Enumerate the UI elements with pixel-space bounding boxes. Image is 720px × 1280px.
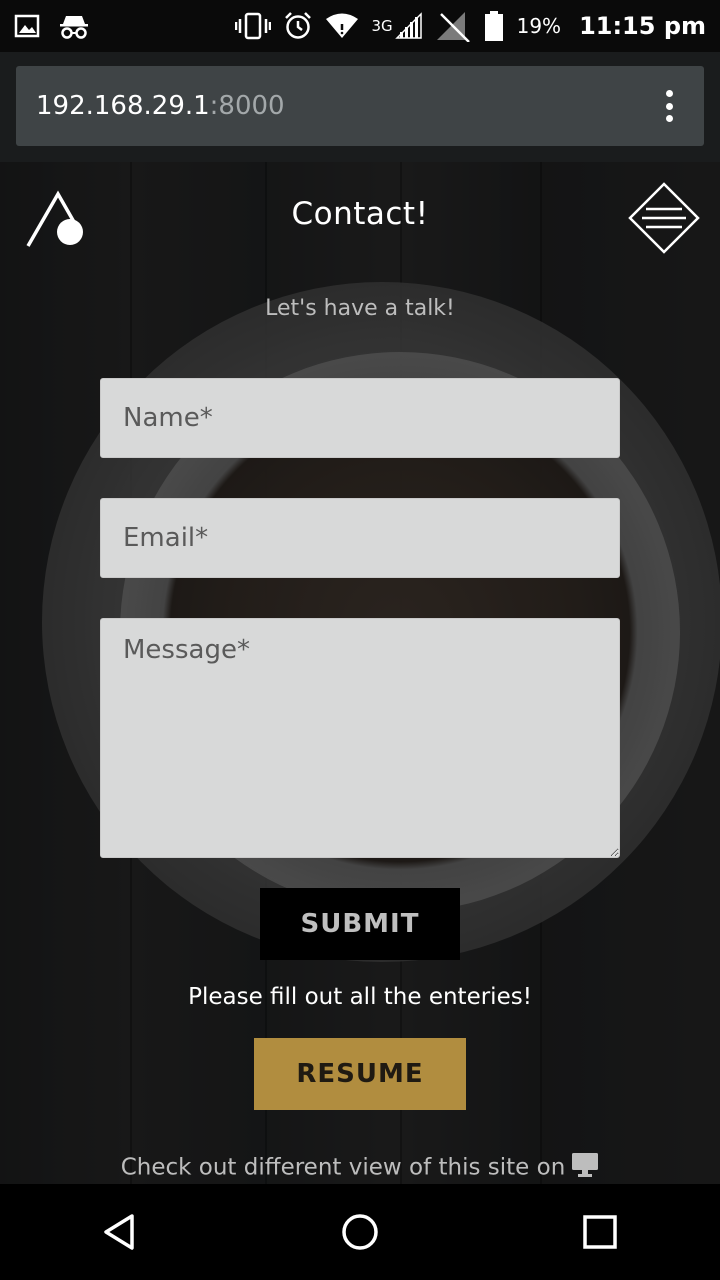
- submit-button[interactable]: SUBMIT: [260, 888, 460, 960]
- page-title: Contact!: [291, 196, 429, 232]
- cellular-signal-icon: 3G: [371, 11, 422, 41]
- desktop-icon[interactable]: [571, 1152, 599, 1184]
- home-icon[interactable]: [320, 1192, 400, 1272]
- hamburger-menu-icon[interactable]: [628, 182, 700, 254]
- page-subtitle: Let's have a talk!: [265, 296, 455, 321]
- no-signal-icon: [435, 11, 471, 42]
- url-bar[interactable]: 192.168.29.1:8000: [16, 66, 704, 146]
- browser-menu-icon[interactable]: [654, 86, 684, 126]
- incognito-icon: [58, 11, 90, 41]
- battery-icon: [483, 11, 505, 41]
- message-textarea[interactable]: [100, 618, 620, 858]
- image-notification-icon: [14, 11, 40, 41]
- battery-percent: 19%: [516, 14, 562, 38]
- status-right-icons: 3G 19% 11:15 pm: [235, 11, 706, 42]
- signal-type-label: 3G: [371, 17, 393, 35]
- wifi-icon: [325, 11, 359, 41]
- clock-time: 11:15 pm: [579, 12, 706, 40]
- system-navigation-bar: [0, 1184, 720, 1280]
- alarm-icon: [283, 11, 313, 41]
- url-host: 192.168.29.1: [36, 91, 210, 121]
- url-port: :8000: [209, 91, 285, 121]
- vibrate-icon: [235, 11, 272, 41]
- status-bar: 3G 19% 11:15 pm: [0, 0, 720, 52]
- resume-button[interactable]: RESUME: [254, 1038, 466, 1110]
- recents-icon[interactable]: [560, 1192, 640, 1272]
- footer-note: Check out different view of this site on: [0, 1152, 720, 1184]
- url-text[interactable]: 192.168.29.1:8000: [36, 91, 285, 121]
- form-validation-message: Please fill out all the enteries!: [188, 984, 532, 1010]
- back-icon[interactable]: [80, 1192, 160, 1272]
- footer-note-text: Check out different view of this site on: [120, 1154, 566, 1181]
- browser-toolbar: 192.168.29.1:8000: [0, 52, 720, 162]
- contact-page: Contact! Let's have a talk! SUBMIT Pleas…: [0, 162, 720, 1184]
- name-input[interactable]: [100, 378, 620, 458]
- email-input[interactable]: [100, 498, 620, 578]
- status-left-icons: [14, 11, 90, 41]
